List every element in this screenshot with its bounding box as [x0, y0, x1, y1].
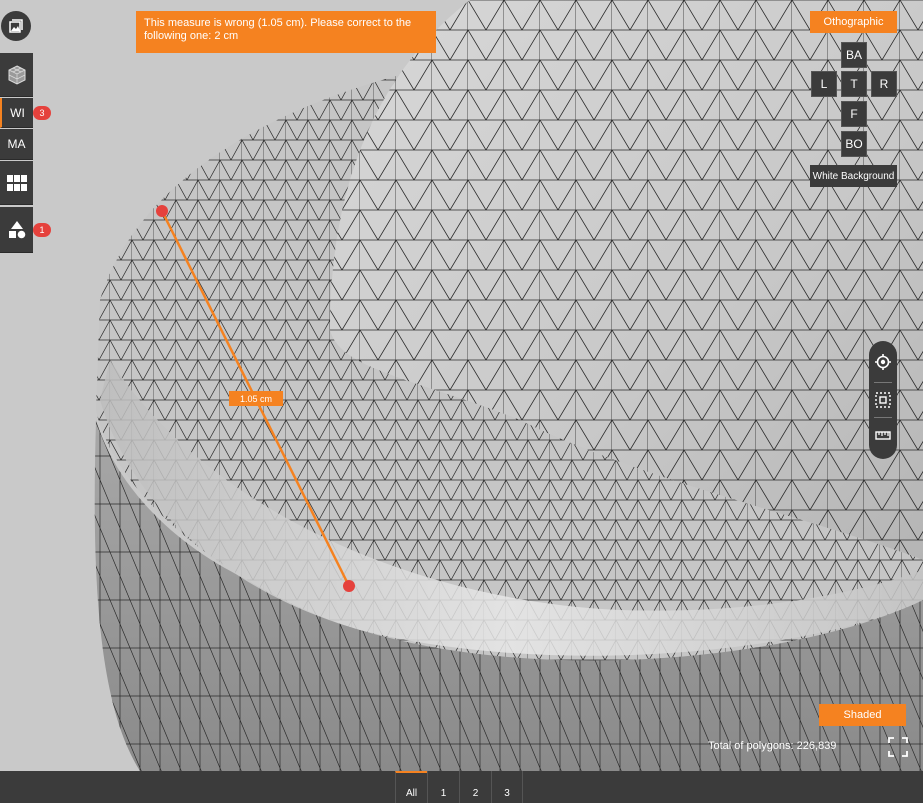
- material-label: MA: [7, 137, 26, 151]
- tab-all[interactable]: All: [395, 771, 427, 803]
- measure-point-start: [156, 205, 168, 217]
- view-top-button[interactable]: T: [841, 71, 867, 97]
- tab-2[interactable]: 2: [459, 771, 491, 803]
- material-button[interactable]: MA: [0, 129, 33, 160]
- measure-point-end: [343, 580, 355, 592]
- gallery-icon: [9, 19, 23, 33]
- annotations-button[interactable]: [0, 207, 33, 253]
- view-front-button[interactable]: F: [841, 101, 867, 127]
- gallery-button[interactable]: [1, 11, 31, 41]
- target-button[interactable]: [869, 347, 897, 377]
- ruler-button[interactable]: [869, 420, 897, 450]
- ruler-icon: [875, 431, 891, 440]
- annotations-badge: 1: [33, 223, 51, 237]
- wireframe-button[interactable]: WI: [0, 98, 33, 128]
- view-right-button[interactable]: R: [871, 71, 897, 97]
- bottom-tab-bar: All 1 2 3: [0, 771, 923, 803]
- 3d-viewport[interactable]: [0, 0, 923, 771]
- fullscreen-button[interactable]: [888, 737, 908, 757]
- measure-alert: This measure is wrong (1.05 cm). Please …: [136, 11, 436, 53]
- projection-toggle[interactable]: Othographic: [810, 11, 897, 33]
- fit-selection-button[interactable]: [869, 385, 897, 415]
- white-background-button[interactable]: White Background: [810, 165, 897, 187]
- right-toolbar: [869, 341, 897, 459]
- view-left-button[interactable]: L: [811, 71, 837, 97]
- view-bottom-button[interactable]: BO: [841, 131, 867, 157]
- wireframe-badge: 3: [33, 106, 51, 120]
- fit-selection-icon: [875, 392, 891, 408]
- mesh-render[interactable]: [0, 0, 923, 771]
- grid-icon: [6, 174, 27, 191]
- wireframe-label: WI: [10, 105, 25, 120]
- view-back-button[interactable]: BA: [841, 42, 867, 68]
- shapes-icon: [8, 220, 25, 238]
- tab-1[interactable]: 1: [427, 771, 459, 803]
- cube-mesh-icon: [8, 64, 25, 85]
- tab-3[interactable]: 3: [491, 771, 523, 803]
- polygon-count: Total of polygons: 226,839: [708, 740, 837, 752]
- mesh-view-button[interactable]: [0, 53, 33, 97]
- render-mode-button[interactable]: Shaded: [819, 704, 906, 726]
- grid-view-button[interactable]: [0, 161, 33, 205]
- measurement-label[interactable]: 1.05 cm: [229, 391, 283, 406]
- fullscreen-icon: [888, 737, 908, 757]
- target-icon: [875, 354, 891, 370]
